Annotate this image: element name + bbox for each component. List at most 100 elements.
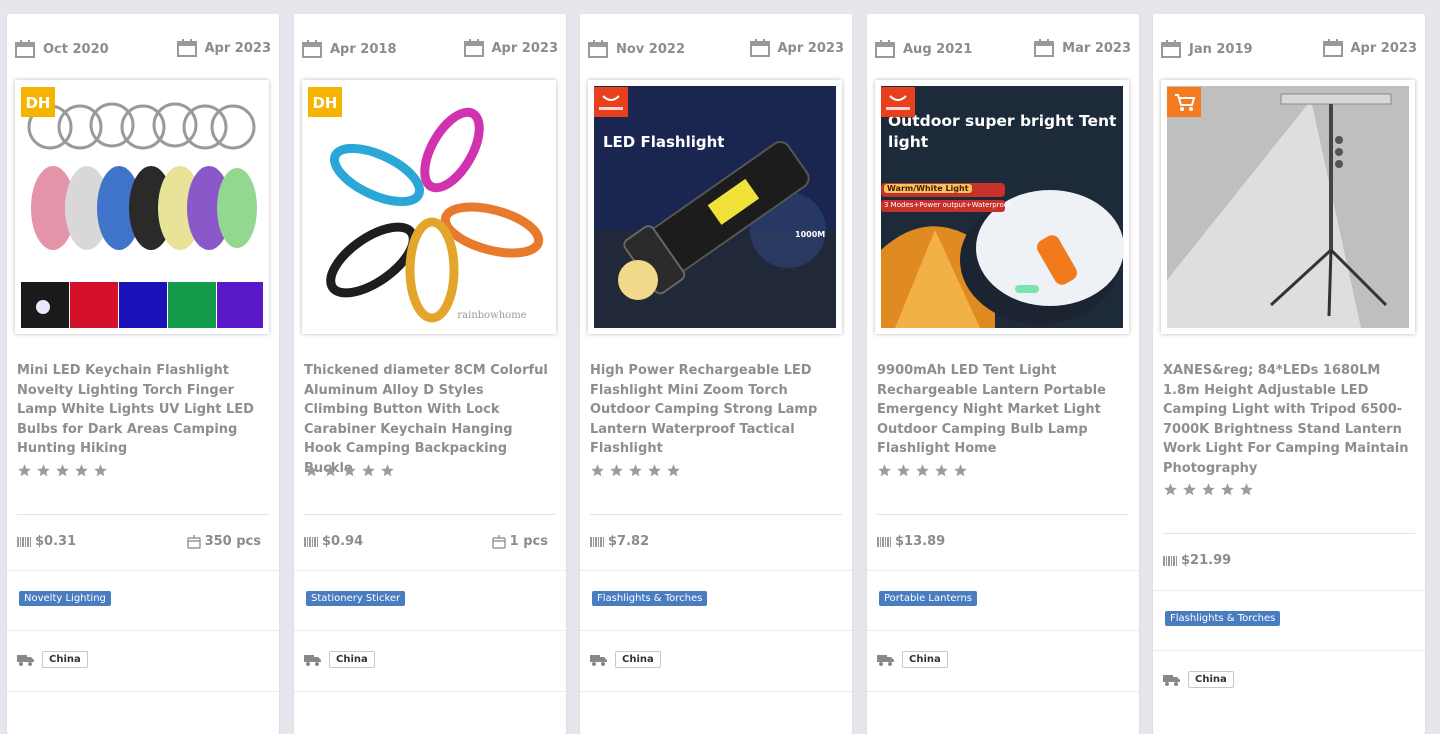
category-tag[interactable]: Novelty Lighting	[19, 591, 111, 606]
divider	[294, 630, 566, 631]
tripod-lantern-image	[1167, 86, 1409, 328]
star-icon	[667, 464, 680, 477]
category-tag[interactable]: Flashlights & Torches	[1165, 611, 1281, 626]
product-title[interactable]: Mini LED Keychain Flashlight Novelty Lig…	[17, 361, 263, 459]
product-card[interactable]: Jan 2019 Apr 2023 XANES&reg; 84*LEDs 168…	[1153, 14, 1425, 734]
card-dates: Jan 2019 Apr 2023	[1161, 36, 1417, 62]
svg-text:DH: DH	[312, 94, 337, 112]
date-updated: Apr 2023	[749, 35, 844, 61]
calendar-icon	[749, 39, 770, 57]
divider	[7, 630, 279, 631]
card-dates: Aug 2021 Mar 2023	[875, 36, 1131, 62]
divider	[7, 691, 279, 692]
price-value: $7.82	[608, 534, 650, 549]
divider	[580, 630, 852, 631]
star-icon	[1221, 483, 1234, 496]
product-image[interactable]: rainbowhome DH	[302, 80, 556, 334]
star-icon	[629, 464, 642, 477]
star-icon	[916, 464, 929, 477]
image-tag: Warm/White Light	[884, 184, 972, 193]
calendar-icon	[176, 39, 197, 57]
country-badge: China	[902, 651, 948, 668]
calendar-icon	[588, 40, 608, 58]
product-image[interactable]: Outdoor super bright Tent light Warm/Whi…	[875, 80, 1129, 334]
star-icon	[591, 464, 604, 477]
box-icon	[186, 534, 201, 549]
barcode-icon	[590, 536, 604, 547]
date-updated-label: Mar 2023	[1062, 40, 1131, 56]
date-created: Aug 2021	[875, 36, 972, 62]
truck-icon	[877, 654, 894, 666]
shipping-origin: China	[304, 651, 375, 668]
price-value: $13.89	[895, 534, 946, 549]
country-badge: China	[329, 651, 375, 668]
quantity: 350 pcs	[186, 534, 261, 549]
star-icon	[1183, 483, 1196, 496]
shipping-origin: China	[877, 651, 948, 668]
star-icon	[362, 464, 375, 477]
date-created-label: Apr 2018	[330, 41, 397, 57]
image-caption: Outdoor super bright Tent light	[888, 112, 1117, 151]
calendar-icon	[463, 39, 484, 57]
date-updated: Apr 2023	[176, 35, 272, 61]
star-icon	[75, 464, 88, 477]
date-updated-label: Apr 2023	[1350, 40, 1418, 56]
star-icon	[381, 464, 394, 477]
country-badge: China	[615, 651, 661, 668]
calendar-icon	[15, 40, 35, 58]
aliexpress-badge-icon	[881, 87, 915, 117]
star-icon	[37, 464, 50, 477]
price-value: $0.31	[35, 534, 77, 549]
quantity-value: 1 pcs	[509, 534, 548, 549]
star-icon	[878, 464, 891, 477]
product-title[interactable]: High Power Rechargeable LED Flashlight M…	[590, 361, 836, 459]
star-icon	[305, 464, 318, 477]
shipping-origin: China	[590, 651, 661, 668]
price: $0.31	[17, 534, 76, 549]
star-icon	[1202, 483, 1215, 496]
product-card[interactable]: Oct 2020 Apr 2023 DH Mini LED Keychain F…	[7, 14, 279, 734]
rating-stars	[590, 463, 681, 478]
divider	[867, 691, 1139, 692]
barcode-icon	[17, 536, 31, 547]
quantity-value: 350 pcs	[204, 534, 261, 549]
product-image[interactable]: LED Flashlight 1000M	[588, 80, 842, 334]
star-icon	[897, 464, 910, 477]
aliexpress-badge-icon	[594, 87, 628, 117]
category-tag[interactable]: Portable Lanterns	[879, 591, 978, 606]
date-created-label: Aug 2021	[903, 41, 973, 57]
date-created-label: Nov 2022	[616, 41, 685, 57]
product-card[interactable]: Nov 2022 Apr 2023 LED Flashlight 1000M H…	[580, 14, 852, 734]
divider	[867, 570, 1139, 571]
shipping-origin: China	[17, 651, 88, 668]
date-created-label: Jan 2019	[1189, 41, 1253, 57]
divider	[580, 691, 852, 692]
date-created: Oct 2020	[15, 36, 109, 62]
product-card[interactable]: Apr 2018 Apr 2023 rainbowhome DH Thicken…	[294, 14, 566, 734]
divider	[867, 630, 1139, 631]
category-tag[interactable]: Flashlights & Torches	[592, 591, 708, 606]
product-card[interactable]: Aug 2021 Mar 2023 Outdoor super bright T…	[867, 14, 1139, 734]
date-updated-label: Apr 2023	[204, 40, 272, 56]
product-grid: Oct 2020 Apr 2023 DH Mini LED Keychain F…	[0, 0, 1440, 734]
product-title[interactable]: XANES&reg; 84*LEDs 1680LM 1.8m Height Ad…	[1163, 361, 1409, 479]
rating-stars	[304, 463, 395, 478]
price: $7.82	[590, 534, 649, 549]
banggood-badge-icon	[1167, 87, 1201, 117]
date-updated: Apr 2023	[463, 35, 558, 61]
svg-text:DH: DH	[25, 94, 50, 112]
product-title[interactable]: 9900mAh LED Tent Light Rechargeable Lant…	[877, 361, 1123, 459]
barcode-icon	[877, 536, 891, 547]
led-flashlight-image	[594, 86, 836, 328]
divider	[294, 570, 566, 571]
card-dates: Oct 2020 Apr 2023	[15, 36, 271, 62]
image-subcaption: 1000M	[795, 230, 826, 239]
divider	[877, 514, 1129, 515]
quantity: 1 pcs	[491, 534, 548, 549]
product-image[interactable]: DH	[15, 80, 269, 334]
truck-icon	[304, 654, 321, 666]
product-title[interactable]: Thickened diameter 8CM Colorful Aluminum…	[304, 361, 550, 479]
card-dates: Apr 2018 Apr 2023	[302, 36, 558, 62]
category-tag[interactable]: Stationery Sticker	[306, 591, 406, 606]
product-image[interactable]	[1161, 80, 1415, 334]
